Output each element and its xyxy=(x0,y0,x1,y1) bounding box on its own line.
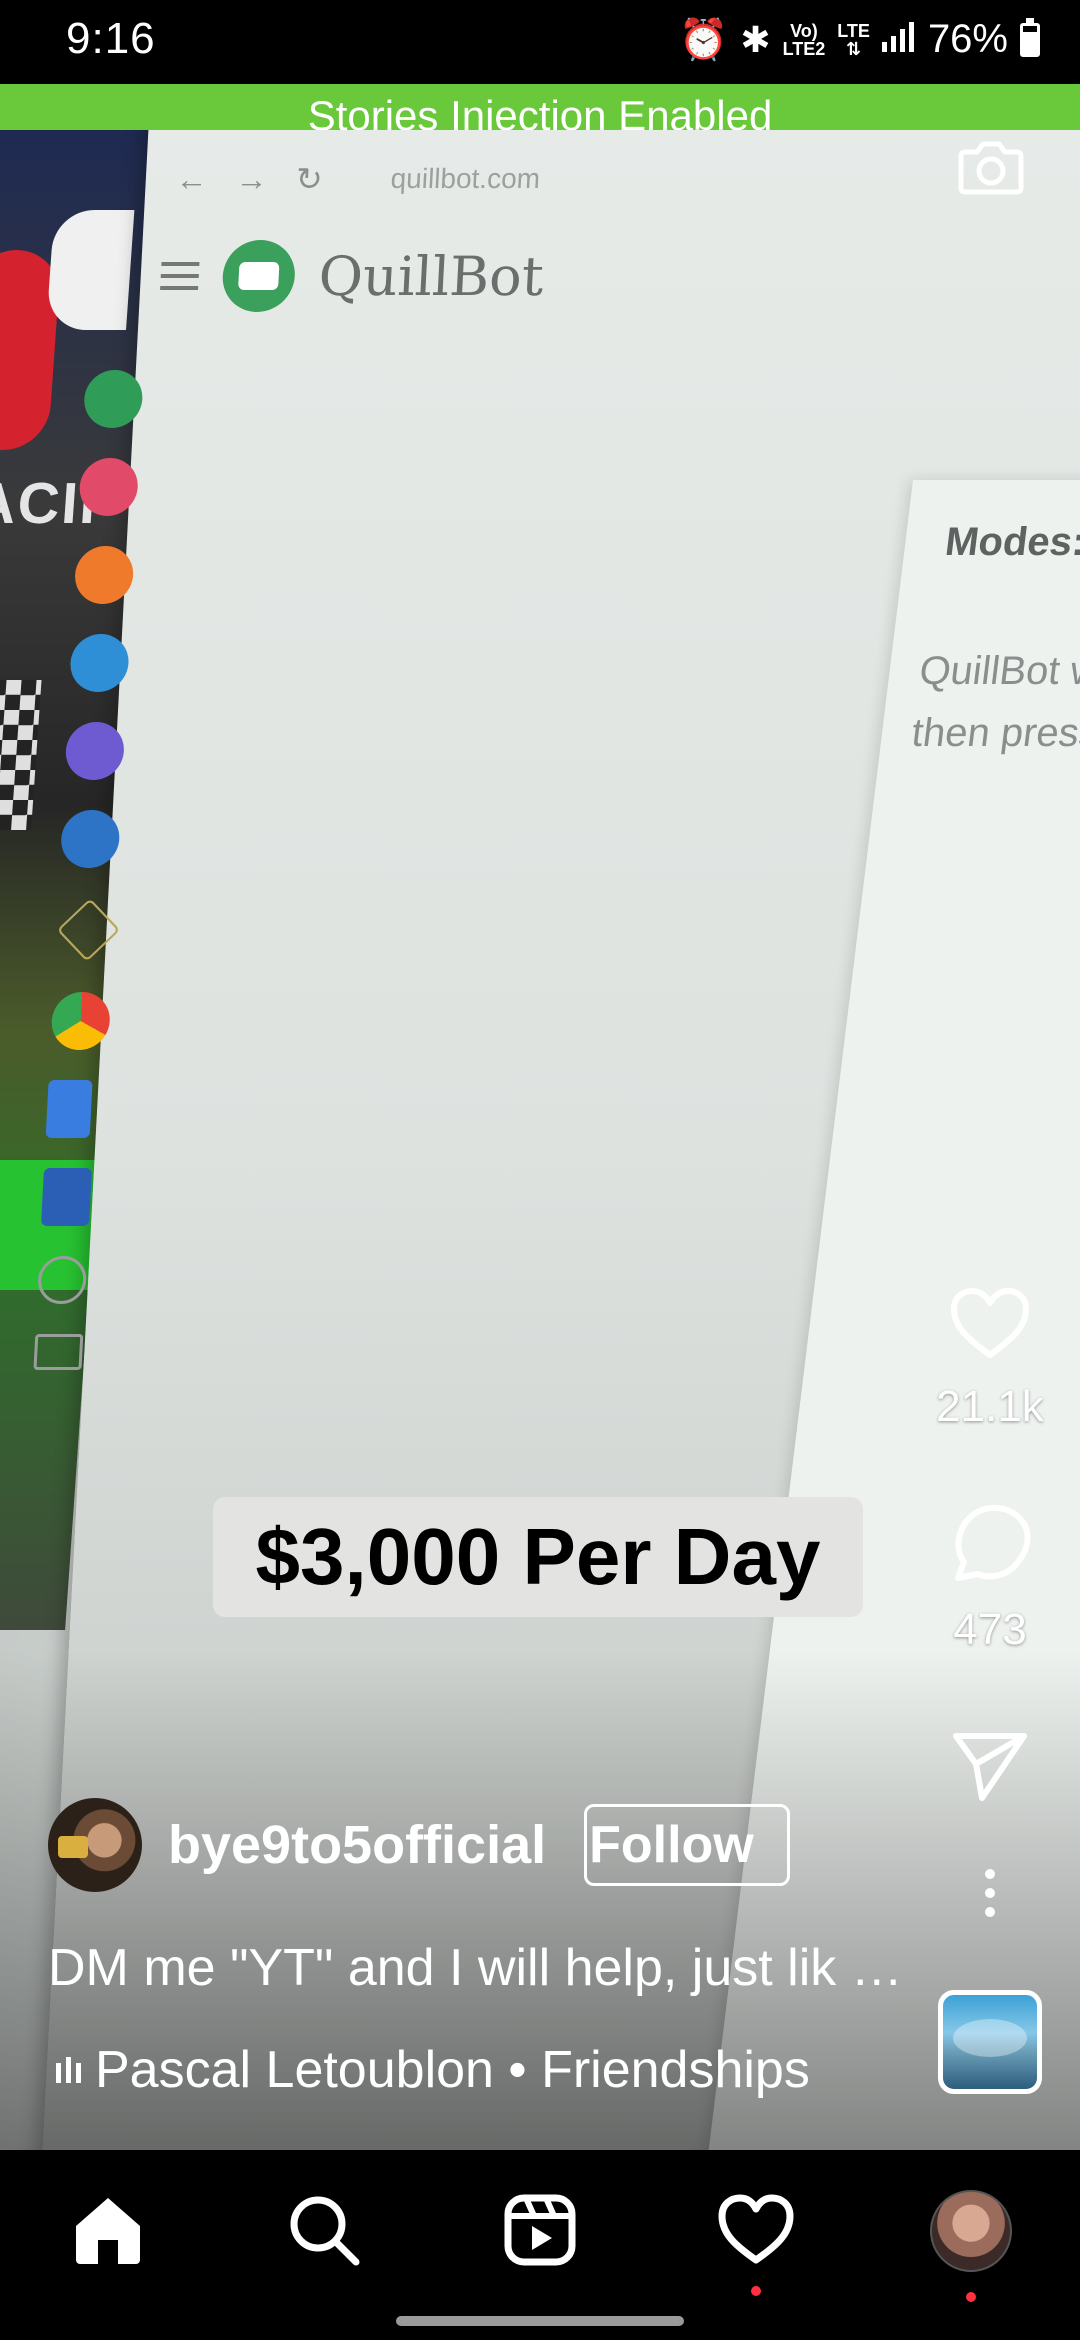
back-arrow-icon: ← xyxy=(174,160,209,197)
more-options-button[interactable] xyxy=(930,1868,1050,1923)
nav-home[interactable] xyxy=(68,2190,148,2270)
co-writer-icon xyxy=(68,634,131,692)
lte-label: LTE xyxy=(837,20,870,41)
chrome-extension-icon xyxy=(50,992,112,1050)
network-lte2-label: LTE2 xyxy=(782,38,826,59)
alarm-icon: ⏰ xyxy=(678,18,729,62)
background-white-shape xyxy=(46,210,135,330)
forward-arrow-icon: → xyxy=(234,160,269,197)
reels-screen: 9:16 ⏰ ✱ Vo) LTE2 LTE ⇅ 76% Stories Inje… xyxy=(0,0,1080,2340)
follow-button[interactable]: Follow xyxy=(584,1804,791,1886)
summarizer-icon xyxy=(64,722,126,780)
status-time: 9:16 xyxy=(66,14,156,63)
heart-icon xyxy=(718,2194,794,2264)
citation-generator-icon xyxy=(59,810,121,868)
reels-icon xyxy=(504,2194,576,2266)
audio-title: Pascal Letoublon • Friendships xyxy=(95,2041,810,2099)
home-indicator[interactable] xyxy=(396,2316,684,2326)
signal-icon xyxy=(881,17,916,62)
modes-label: Modes: xyxy=(942,520,1080,564)
nav-activity[interactable] xyxy=(716,2190,796,2296)
audio-info[interactable]: Pascal Letoublon • Friendships xyxy=(56,2040,810,2100)
status-bar: 9:16 ⏰ ✱ Vo) LTE2 LTE ⇅ 76% xyxy=(0,0,1080,84)
paper-plane-icon xyxy=(953,1733,1027,1801)
comment-bubble-icon xyxy=(955,1504,1031,1581)
search-icon xyxy=(290,2196,360,2266)
battery-icon xyxy=(1020,17,1040,57)
network-volte-label: Vo) xyxy=(790,20,818,41)
modes-description: QuillBot will then press th xyxy=(908,640,1080,764)
video-browser-toolbar: ← → ↻ quillbot.com xyxy=(175,160,541,198)
quillbot-brand-name: QuillBot xyxy=(317,244,546,308)
like-count: 21.1k xyxy=(936,1382,1044,1431)
audio-bars-icon xyxy=(56,2057,81,2083)
share-button[interactable] xyxy=(930,1728,1050,1809)
browser-url: quillbot.com xyxy=(389,163,541,194)
activity-notification-dot xyxy=(751,2286,761,2296)
video-overlay-caption: $3,000 Per Day xyxy=(213,1497,863,1617)
camera-icon xyxy=(958,141,1024,195)
like-button[interactable]: 21.1k xyxy=(930,1285,1050,1432)
premium-diamond-icon xyxy=(56,898,121,962)
camera-button[interactable] xyxy=(955,130,1027,202)
nav-profile-avatar[interactable] xyxy=(930,2190,1012,2302)
post-caption[interactable]: DM me "YT" and I will help, just lik … xyxy=(48,1938,928,1998)
profile-notification-dot xyxy=(966,2292,976,2302)
grammar-checker-icon xyxy=(78,458,140,516)
comment-button[interactable]: 473 xyxy=(930,1500,1050,1655)
modes-description-line: QuillBot will xyxy=(916,649,1080,693)
hamburger-menu-icon xyxy=(160,262,200,290)
modes-description-line: then press th xyxy=(909,711,1080,755)
data-arrows-icon: ⇅ xyxy=(846,38,862,59)
network-volte-indicator: Vo) LTE2 xyxy=(783,22,826,58)
status-icons: ⏰ ✱ Vo) LTE2 LTE ⇅ 76% xyxy=(679,16,1040,63)
audio-thumbnail[interactable] xyxy=(938,1990,1042,2094)
paraphraser-icon xyxy=(82,370,144,428)
help-icon xyxy=(36,1256,88,1304)
plagiarism-checker-icon xyxy=(73,546,135,604)
word-extension-icon xyxy=(40,1168,93,1226)
stories-injection-banner: Stories Injection Enabled xyxy=(0,84,1080,130)
heart-icon xyxy=(951,1288,1029,1358)
more-vertical-icon xyxy=(985,1869,995,1917)
home-icon xyxy=(76,2198,140,2264)
lte-indicator: LTE ⇅ xyxy=(837,22,870,58)
battery-percent: 76% xyxy=(927,17,1008,61)
docs-extension-icon xyxy=(45,1080,93,1138)
author-avatar[interactable] xyxy=(48,1798,142,1892)
mail-icon xyxy=(33,1334,84,1370)
background-checker-flag xyxy=(0,680,42,830)
quillbot-header: QuillBot xyxy=(159,240,546,312)
quillbot-logo-icon xyxy=(220,240,297,312)
reload-icon: ↻ xyxy=(294,161,324,197)
author-username[interactable]: bye9to5official xyxy=(168,1814,546,1876)
author-row: bye9to5official Follow xyxy=(48,1797,791,1893)
comment-count: 473 xyxy=(953,1605,1027,1654)
nav-search[interactable] xyxy=(284,2190,364,2270)
nav-reels[interactable] xyxy=(500,2190,580,2270)
bottom-navigation xyxy=(0,2150,1080,2340)
bluetooth-icon: ✱ xyxy=(740,18,771,60)
